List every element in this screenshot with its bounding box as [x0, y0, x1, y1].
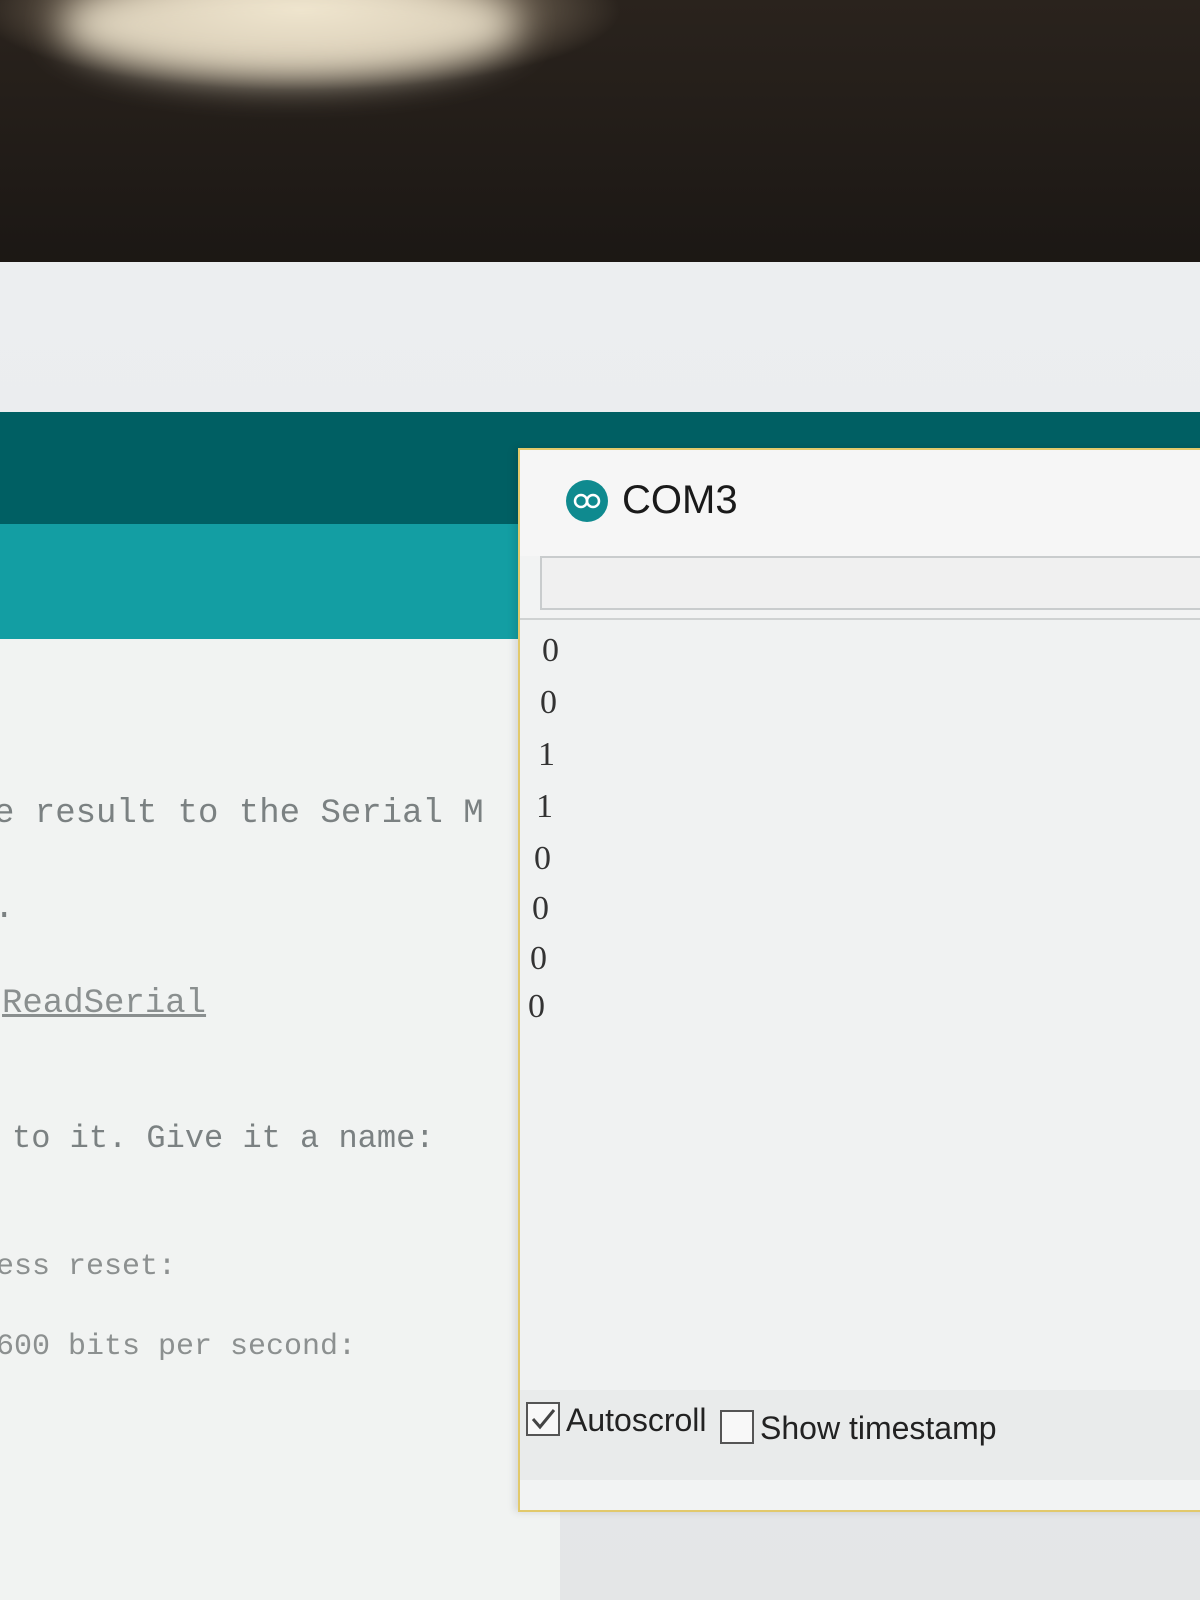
- ide-tab-bar: [0, 524, 560, 639]
- autoscroll-checkbox[interactable]: [526, 1402, 560, 1436]
- serial-options-bar: Autoscroll Show timestamp: [520, 1390, 1200, 1480]
- code-line: e result to the Serial M: [0, 795, 484, 833]
- output-line: 0: [540, 684, 557, 721]
- show-timestamp-checkbox[interactable]: [720, 1410, 754, 1444]
- window-title: COM3: [622, 478, 738, 522]
- serial-monitor-window: COM3 0 0 1 1 0 0 0 0 Autoscroll Show tim…: [518, 448, 1200, 1512]
- window-titlebar[interactable]: COM3: [520, 450, 1200, 556]
- output-line: 1: [536, 788, 553, 825]
- output-line: 0: [532, 890, 549, 927]
- output-line: 0: [530, 940, 547, 977]
- output-line: 1: [538, 736, 555, 773]
- code-line: ess reset:: [0, 1250, 177, 1284]
- autoscroll-label: Autoscroll: [566, 1402, 707, 1438]
- checkmark-icon: [531, 1409, 556, 1430]
- output-line: 0: [542, 632, 559, 669]
- ceiling-light-glare: [60, 0, 520, 80]
- serial-output[interactable]: 0 0 1 1 0 0 0 0: [520, 618, 1200, 1390]
- serial-send-input[interactable]: [540, 556, 1200, 610]
- show-timestamp-label: Show timestamp: [760, 1410, 997, 1446]
- output-line: 0: [528, 988, 545, 1025]
- output-line: 0: [534, 840, 551, 877]
- code-line: to it. Give it a name:: [12, 1120, 435, 1157]
- code-line: 600 bits per second:: [0, 1330, 357, 1364]
- arduino-infinity-icon: [566, 480, 608, 522]
- code-line: .: [0, 890, 14, 928]
- code-link-readserial[interactable]: ReadSerial: [2, 985, 206, 1023]
- background-room: [0, 0, 1200, 270]
